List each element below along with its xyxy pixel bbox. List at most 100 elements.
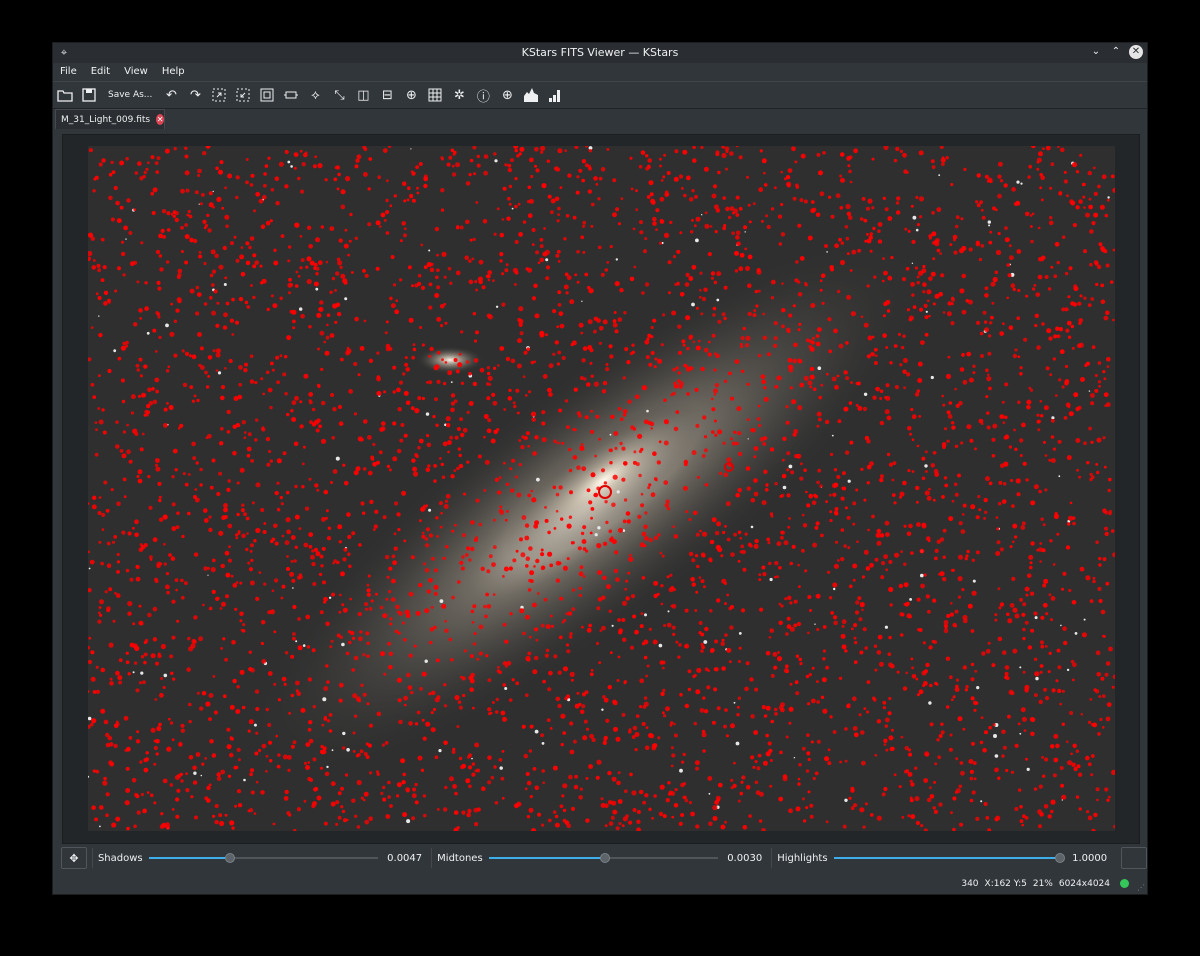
rotate-icon[interactable]: ◫ <box>352 84 374 106</box>
zoom-out-icon[interactable] <box>232 84 254 106</box>
star-marker <box>567 611 573 616</box>
star-marker <box>527 588 532 592</box>
star-marker <box>581 159 587 164</box>
star-marker <box>822 151 826 155</box>
flip-icon[interactable]: ⤡ <box>328 84 350 106</box>
star-marker <box>440 188 445 193</box>
star-marker <box>682 149 688 155</box>
star-marker <box>525 431 530 436</box>
auto-stretch-button[interactable] <box>1121 847 1148 869</box>
open-folder-icon[interactable] <box>54 84 76 106</box>
star-marker <box>983 497 988 503</box>
star-marker <box>457 362 463 368</box>
star-marker <box>632 808 637 812</box>
info-icon[interactable]: ⓘ <box>472 84 494 106</box>
star-marker <box>613 311 617 314</box>
star-marker <box>367 435 372 440</box>
mark-stars-icon[interactable]: ⟡ <box>304 84 326 106</box>
star-marker <box>420 243 424 247</box>
star-marker <box>449 281 453 285</box>
star-marker <box>418 438 424 444</box>
star-marker <box>152 606 158 612</box>
star-marker <box>349 597 352 601</box>
zoom-to-fit-icon[interactable] <box>280 84 302 106</box>
star-marker <box>756 766 761 771</box>
star-marker <box>152 399 158 405</box>
menu-file[interactable]: File <box>53 63 84 81</box>
star-marker <box>225 594 229 599</box>
menu-view[interactable]: View <box>117 63 155 81</box>
zoom-in-icon[interactable] <box>208 84 230 106</box>
tab-m31-light[interactable]: M_31_Light_009.fits ✕ <box>55 109 165 129</box>
close-window-icon[interactable]: ✕ <box>1129 45 1143 59</box>
fits-image[interactable] <box>88 146 1115 831</box>
star-marker <box>262 195 267 200</box>
star-marker <box>1061 794 1067 800</box>
star-marker <box>684 798 689 803</box>
star-marker <box>638 164 643 169</box>
star-marker <box>249 379 255 384</box>
star-marker <box>558 408 563 413</box>
star-marker <box>678 350 682 355</box>
slider-handle[interactable] <box>1054 853 1065 863</box>
star-marker <box>486 604 492 609</box>
maximize-icon[interactable]: ⌃ <box>1109 45 1123 59</box>
undo-icon[interactable]: ↶ <box>160 84 182 106</box>
crosshair-icon[interactable]: ⊕ <box>400 84 422 106</box>
redo-icon[interactable]: ↷ <box>184 84 206 106</box>
star-marker <box>229 241 234 246</box>
star-marker <box>908 523 913 529</box>
star-marker <box>294 545 298 549</box>
star-marker <box>1106 365 1110 368</box>
minimize-icon[interactable]: ⌄ <box>1089 45 1103 59</box>
histogram-bars-icon[interactable] <box>544 84 566 106</box>
star-marker <box>1037 274 1043 280</box>
star-marker <box>364 607 368 611</box>
histogram-fill-icon[interactable] <box>520 84 542 106</box>
star-marker <box>737 696 742 700</box>
star-marker <box>1064 364 1069 369</box>
save-icon[interactable] <box>78 84 100 106</box>
target-icon[interactable]: ⊕ <box>496 84 518 106</box>
zoom-default-icon[interactable] <box>256 84 278 106</box>
save-as-button[interactable]: Save As... <box>102 84 158 106</box>
star-marker <box>916 444 920 448</box>
star-marker <box>635 189 638 193</box>
star-marker <box>284 540 290 546</box>
star-marker <box>855 600 860 605</box>
menu-edit[interactable]: Edit <box>84 63 117 81</box>
star-marker <box>341 746 346 750</box>
slider-handle[interactable] <box>225 853 236 863</box>
star-marker <box>997 231 1001 236</box>
star-marker <box>595 183 599 186</box>
star-marker <box>555 696 561 702</box>
star-marker <box>599 326 604 331</box>
star-marker <box>188 702 192 707</box>
m31-image-canvas[interactable] <box>88 146 1115 831</box>
star-marker <box>340 786 344 791</box>
highlights-slider[interactable] <box>833 853 1065 863</box>
midtones-slider[interactable] <box>488 853 719 863</box>
resize-grip-icon[interactable]: ⋰ <box>1137 884 1145 892</box>
star-marker <box>740 608 746 613</box>
star-marker <box>408 653 413 658</box>
shadows-slider[interactable] <box>148 853 379 863</box>
star-marker <box>326 313 331 317</box>
objects-icon[interactable]: ✲ <box>448 84 470 106</box>
grid-icon[interactable] <box>424 84 446 106</box>
star-marker <box>605 718 610 723</box>
star-marker <box>682 343 686 347</box>
star-marker <box>906 171 909 174</box>
star-marker <box>704 223 710 229</box>
menu-help[interactable]: Help <box>155 63 192 81</box>
star-marker <box>1045 612 1049 616</box>
star-marker <box>403 433 408 438</box>
star-marker <box>799 662 803 666</box>
star-marker <box>430 606 434 609</box>
stretch-icon[interactable]: ⊟ <box>376 84 398 106</box>
close-tab-icon[interactable]: ✕ <box>156 114 164 125</box>
slider-handle[interactable] <box>599 853 610 863</box>
star-marker <box>1071 516 1076 520</box>
pan-icon[interactable]: ✥ <box>61 847 87 869</box>
star-marker <box>571 588 576 592</box>
